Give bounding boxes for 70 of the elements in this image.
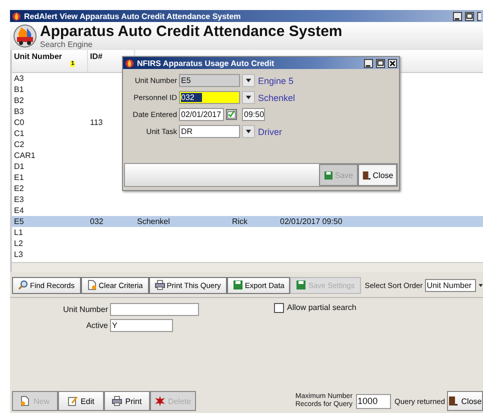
printer-icon xyxy=(154,280,165,290)
pencil-document-icon xyxy=(68,396,78,406)
time-field[interactable]: 09:50 xyxy=(242,108,265,121)
caret-icon xyxy=(245,128,252,135)
table-cell: E3 xyxy=(14,195,24,204)
dropdown-button[interactable] xyxy=(242,125,255,138)
combo-field[interactable]: 032 xyxy=(179,91,240,104)
table-cell: 032 xyxy=(90,217,104,226)
close-button[interactable]: Close xyxy=(358,164,397,186)
lookup-description: Engine 5 xyxy=(258,76,294,86)
table-cell: E5 xyxy=(14,217,24,226)
table-cell: C2 xyxy=(14,140,24,149)
action-button[interactable]: Edit xyxy=(58,391,104,411)
caret-icon xyxy=(245,94,252,101)
lookup-description: Schenkel xyxy=(258,92,296,102)
dialog-title: NFIRS Apparatus Usage Auto Credit xyxy=(137,58,274,68)
printer-icon xyxy=(112,396,122,406)
table-cell: 02/01/2017 09:50 xyxy=(280,217,342,226)
grid-row[interactable]: L3 xyxy=(12,249,483,260)
grid-row[interactable]: E4 xyxy=(12,205,483,216)
document-icon xyxy=(86,280,97,290)
app-subtitle: Search Engine xyxy=(40,40,94,48)
lookup-description: Driver xyxy=(258,126,282,136)
calendar-icon[interactable] xyxy=(226,109,237,120)
table-cell: Schenkel xyxy=(137,217,170,226)
table-cell: D1 xyxy=(14,162,24,171)
grid-row[interactable]: E3 xyxy=(12,194,483,205)
dropdown-button[interactable] xyxy=(242,74,255,87)
max-records-field[interactable]: 1000 xyxy=(356,394,391,408)
table-cell: E2 xyxy=(14,184,24,193)
close-button[interactable]: Close xyxy=(447,391,483,411)
maximize-icon[interactable] xyxy=(465,12,474,20)
horizontal-scrollbar[interactable] xyxy=(12,262,483,272)
flame-icon xyxy=(125,58,134,68)
flame-icon xyxy=(12,12,21,20)
combo-field[interactable]: DR xyxy=(179,125,240,138)
field-label: Unit Number xyxy=(62,305,108,314)
table-cell: L2 xyxy=(14,239,23,248)
grid-row[interactable]: L1 xyxy=(12,227,483,238)
grid-row[interactable]: E5 032 Schenkel Rick 02/01/2017 09:50 xyxy=(12,216,483,227)
minimize-icon[interactable] xyxy=(453,12,462,20)
table-cell: L3 xyxy=(14,250,23,259)
sort-order-dropdown[interactable]: Unit Number xyxy=(424,278,476,292)
window-title: RedAlert View Apparatus Auto Credit Attendance System xyxy=(24,12,241,20)
door-icon xyxy=(448,396,458,406)
dropdown-button[interactable] xyxy=(242,91,255,104)
table-cell: B1 xyxy=(14,85,24,94)
door-icon xyxy=(362,170,371,180)
grid-row[interactable]: L2 xyxy=(12,238,483,249)
table-cell: C0 xyxy=(14,118,24,127)
document-icon xyxy=(20,396,30,406)
search-icon xyxy=(18,280,28,290)
fire-truck-logo-icon xyxy=(13,24,37,48)
minimize-icon[interactable] xyxy=(364,58,373,68)
checkbox[interactable] xyxy=(274,303,284,313)
table-cell: E4 xyxy=(14,206,24,215)
date-field[interactable]: 02/01/2017 xyxy=(179,108,224,121)
maximize-icon[interactable] xyxy=(376,58,385,68)
action-button[interactable]: Print xyxy=(104,391,150,411)
app-title: Apparatus Auto Credit Attendance System xyxy=(40,24,342,40)
input-field[interactable] xyxy=(110,303,199,316)
table-cell: L1 xyxy=(14,228,23,237)
caret-icon xyxy=(245,77,252,84)
field-label: Active xyxy=(85,321,108,330)
checkbox-label: Allow partial search xyxy=(287,303,356,312)
table-cell: 113 xyxy=(90,118,103,127)
table-cell: Rick xyxy=(232,217,248,226)
splat-icon xyxy=(154,396,165,406)
table-cell: CAR1 xyxy=(14,151,36,160)
input-field[interactable]: Y xyxy=(110,319,173,332)
